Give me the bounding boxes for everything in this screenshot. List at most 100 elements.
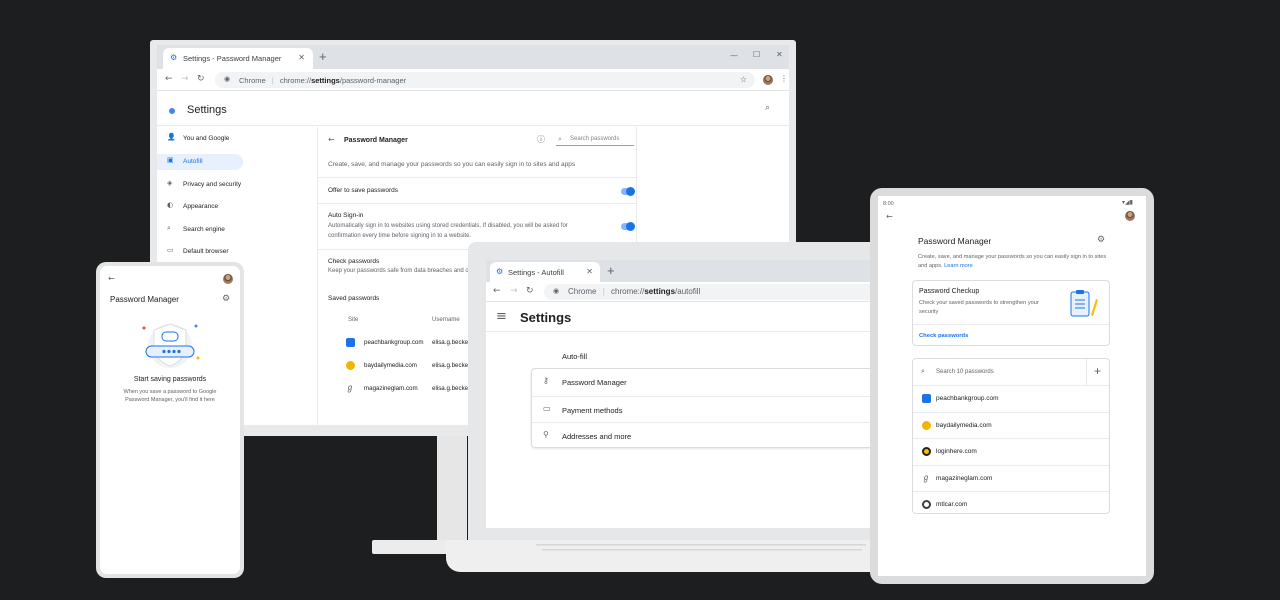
reload-icon[interactable]: ↻	[526, 287, 534, 296]
forward-arrow-icon[interactable]: →	[510, 287, 518, 296]
profile-avatar[interactable]	[1125, 211, 1135, 221]
saved-passwords-title: Saved passwords	[328, 295, 380, 302]
check-passwords-row[interactable]: Check passwords	[913, 324, 1109, 346]
description: Create, save, and manage your passwords …	[328, 161, 576, 168]
column-username: Username	[432, 317, 460, 323]
omnibox-separator: |	[602, 287, 605, 296]
location-pin-icon: ⚲	[543, 430, 549, 440]
back-arrow-icon[interactable]: ←	[886, 213, 893, 221]
maximize-icon[interactable]: ☐	[753, 51, 760, 59]
search-icon[interactable]: ⌕	[765, 104, 770, 113]
page-title: Settings	[187, 104, 227, 116]
reload-icon[interactable]: ↻	[197, 75, 205, 84]
saved-passwords-list: ⌕ Search 10 passwords + peachbankgroup.c…	[912, 358, 1110, 514]
check-passwords-link[interactable]: Check passwords	[919, 333, 968, 339]
sidebar-item-default-browser[interactable]: ▭ Default browser	[157, 244, 243, 260]
saved-site: peachbankgroup.com	[364, 339, 424, 346]
keyboard-dots	[536, 544, 866, 551]
sidebar-item-label: Default browser	[183, 248, 229, 255]
monitor-stand-neck	[437, 436, 467, 540]
close-tab-icon[interactable]: ✕	[298, 54, 305, 62]
sidebar-item-you-and-google[interactable]: 👤 You and Google	[157, 131, 243, 147]
clipboard-check-icon	[1070, 290, 1098, 317]
browser-tab[interactable]: ⚙ Settings - Autofill ✕	[490, 262, 600, 282]
close-tab-icon[interactable]: ✕	[586, 268, 593, 276]
password-checkup-card: Password Checkup Check your saved passwo…	[912, 280, 1110, 346]
help-icon[interactable]: ⓘ	[537, 136, 545, 144]
offer-to-save-label: Offer to save passwords	[328, 187, 398, 194]
more-menu-icon[interactable]: ⋮	[780, 75, 788, 83]
bookmark-star-icon[interactable]: ☆	[740, 76, 747, 84]
site-favicon-icon	[922, 394, 931, 403]
settings-gear-icon[interactable]: ⚙	[222, 295, 230, 304]
forward-arrow-icon[interactable]: →	[181, 75, 189, 84]
add-password-button[interactable]: +	[1094, 364, 1101, 378]
search-icon: ⌕	[921, 367, 925, 375]
offer-to-save-row: Offer to save passwords	[318, 177, 638, 203]
tab-strip: ⚙ Settings - Password Manager ✕ + — ☐ ✕	[157, 45, 789, 69]
settings-gear-icon[interactable]: ⚙	[1097, 236, 1105, 245]
settings-gear-icon: ⚙	[496, 267, 504, 276]
site-favicon-icon: ℊ	[346, 383, 354, 392]
sidebar-item-appearance[interactable]: ◐ Appearance	[157, 199, 243, 215]
close-window-icon[interactable]: ✕	[776, 51, 783, 59]
browser-tab[interactable]: ⚙ Settings - Password Manager ✕	[163, 48, 313, 69]
omnibox[interactable]: ◉ Chrome | chrome://settings/autofill	[544, 284, 888, 300]
sidebar-item-label: Search engine	[183, 226, 225, 233]
search-passwords-input[interactable]: ⌕ Search 10 passwords	[913, 359, 1087, 385]
tab-strip: ⚙ Settings - Autofill ✕ +	[486, 260, 888, 282]
credit-card-icon: ▭	[543, 403, 551, 413]
chrome-origin-icon: ◉	[553, 287, 560, 295]
sidebar-item-autofill[interactable]: ▣ Autofill	[157, 154, 243, 170]
tablet-title: Password Manager	[918, 236, 992, 246]
autofill-icon: ▣	[167, 156, 174, 164]
minimize-icon[interactable]: —	[730, 52, 738, 60]
tablet-screen: 8:00 ▾◢▮ ← Password Manager ⚙ Create, sa…	[878, 196, 1146, 576]
site-favicon-icon	[346, 338, 355, 347]
site-favicon-icon	[922, 447, 931, 456]
password-list-item[interactable]: baydailymedia.com	[913, 411, 1109, 439]
site-name: magazineglam.com	[936, 474, 993, 482]
sidebar-item-privacy[interactable]: ◈ Privacy and security	[157, 177, 243, 193]
browser-toolbar: ← → ↻ ◉ Chrome | chrome://settings/passw…	[157, 69, 789, 91]
site-name: mtlcar.com	[936, 501, 968, 508]
back-arrow-icon[interactable]: ←	[108, 275, 115, 283]
check-passwords-desc: Keep your passwords safe from data breac…	[328, 268, 471, 274]
new-tab-button[interactable]: +	[607, 263, 615, 278]
sidebar-item-label: Appearance	[183, 203, 219, 210]
omnibox[interactable]: ◉ Chrome | chrome://settings/password-ma…	[215, 72, 755, 88]
sidebar-item-search-engine[interactable]: ⌕ Search engine	[157, 222, 243, 238]
password-list-item[interactable]: loginhere.com	[913, 438, 1109, 465]
profile-avatar[interactable]	[223, 274, 233, 284]
back-arrow-icon[interactable]: ←	[328, 136, 335, 144]
site-favicon-icon	[346, 361, 355, 370]
password-manager-item[interactable]: ⚷ Password Manager	[532, 369, 888, 396]
laptop: ⚙ Settings - Autofill ✕ + ← → ↻ ◉ Chrome…	[468, 242, 888, 542]
password-list-item[interactable]: peachbankgroup.com	[913, 385, 1109, 412]
learn-more-link[interactable]: Learn more	[944, 263, 973, 269]
phone: ← Password Manager ⚙ Start saving passwo…	[96, 262, 244, 578]
password-list-item[interactable]: ℊ magazineglam.com	[913, 464, 1109, 492]
settings-gear-icon: ⚙	[170, 53, 178, 62]
back-arrow-icon[interactable]: ←	[493, 287, 501, 296]
auto-signin-desc: Automatically sign in to websites using …	[328, 223, 568, 239]
password-list-item[interactable]: mtlcar.com	[913, 491, 1109, 518]
omnibox-origin: Chrome	[568, 287, 597, 296]
omnibox-url-host: settings	[644, 287, 676, 296]
new-tab-button[interactable]: +	[319, 49, 327, 64]
back-arrow-icon[interactable]: ←	[165, 75, 173, 84]
search-passwords-input[interactable]: ⌕ Search passwords	[556, 133, 634, 146]
site-favicon-icon	[922, 420, 931, 430]
payment-methods-item[interactable]: ▭ Payment methods	[532, 395, 888, 423]
addresses-item[interactable]: ⚲ Addresses and more	[532, 422, 888, 449]
tab-title: Settings - Autofill	[508, 268, 564, 277]
offer-to-save-toggle[interactable]	[621, 187, 635, 196]
key-icon: ⚷	[543, 376, 549, 385]
auto-signin-toggle[interactable]	[621, 222, 635, 231]
site-name: peachbankgroup.com	[936, 395, 999, 402]
settings-header: ≡ Settings	[486, 302, 888, 332]
hamburger-menu-icon[interactable]: ≡	[496, 310, 507, 323]
profile-avatar[interactable]	[763, 75, 773, 85]
browser-icon: ▭	[167, 246, 174, 254]
section-title: Password Manager	[344, 137, 408, 144]
